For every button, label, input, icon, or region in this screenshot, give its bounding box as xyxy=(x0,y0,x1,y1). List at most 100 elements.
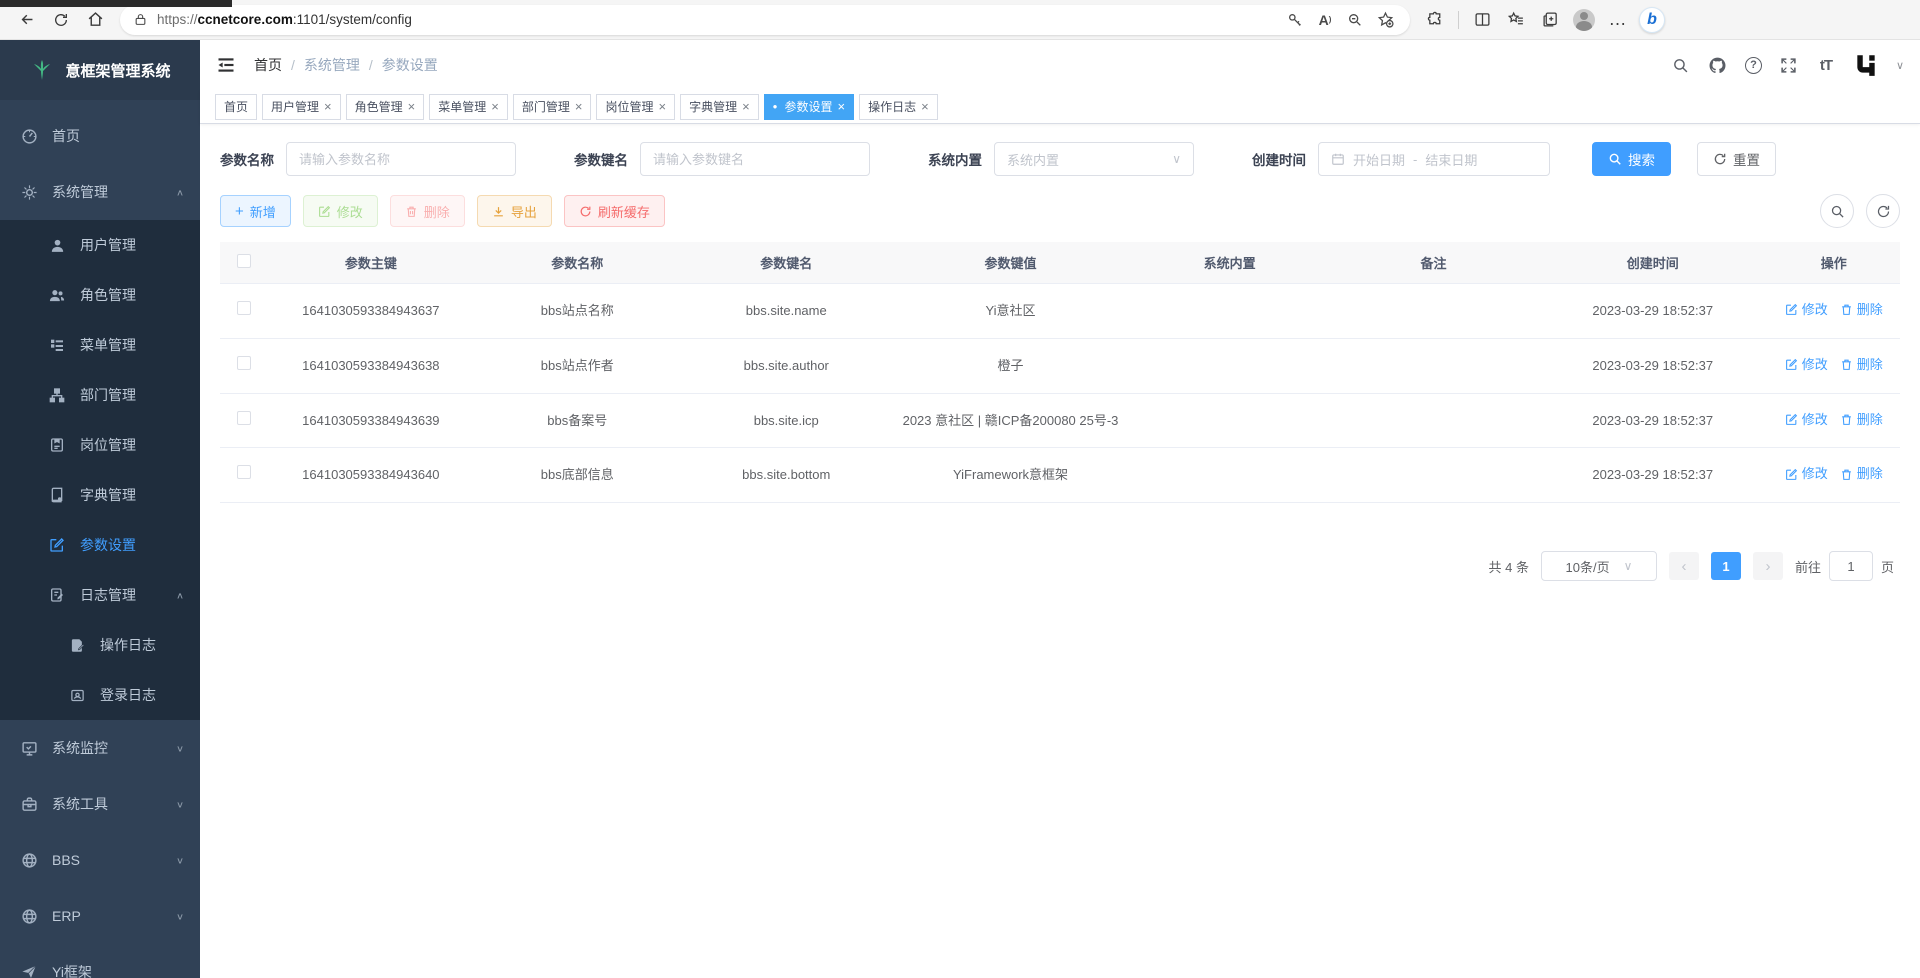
font-size-icon[interactable]: tT xyxy=(1816,55,1836,75)
split-screen-icon[interactable] xyxy=(1465,5,1499,35)
close-icon[interactable]: × xyxy=(742,99,750,114)
breadcrumb-system[interactable]: 系统管理 xyxy=(304,55,360,75)
sidebar-item-erp[interactable]: ERP ∨ xyxy=(0,888,200,944)
favorite-star-icon[interactable] xyxy=(1370,7,1400,33)
delete-button[interactable]: 删除 xyxy=(390,195,465,227)
param-name-input-wrap xyxy=(286,142,516,176)
row-delete-link[interactable]: 删除 xyxy=(1840,300,1883,320)
close-icon[interactable]: × xyxy=(575,99,583,114)
row-edit-link[interactable]: 修改 xyxy=(1785,410,1828,430)
close-icon[interactable]: × xyxy=(491,99,499,114)
export-button[interactable]: 导出 xyxy=(477,195,552,227)
bing-copilot-icon[interactable]: b xyxy=(1635,5,1669,35)
collections-icon[interactable] xyxy=(1533,5,1567,35)
profile-avatar[interactable] xyxy=(1567,5,1601,35)
close-icon[interactable]: × xyxy=(408,99,416,114)
favorites-bar-icon[interactable] xyxy=(1499,5,1533,35)
globe-icon xyxy=(20,851,38,869)
browser-back-button[interactable] xyxy=(10,5,44,35)
help-icon[interactable]: ? xyxy=(1745,57,1762,74)
sidebar-item-users[interactable]: 用户管理 xyxy=(0,220,200,270)
next-page-button[interactable]: › xyxy=(1753,552,1783,580)
row-checkbox[interactable] xyxy=(237,301,251,315)
row-checkbox[interactable] xyxy=(237,411,251,425)
row-delete-link[interactable]: 删除 xyxy=(1840,464,1883,484)
tab-roles[interactable]: 角色管理× xyxy=(346,94,425,120)
sidebar-item-menus[interactable]: 菜单管理 xyxy=(0,320,200,370)
sidebar-item-posts[interactable]: 岗位管理 xyxy=(0,420,200,470)
row-edit-link[interactable]: 修改 xyxy=(1785,300,1828,320)
page-number-1[interactable]: 1 xyxy=(1711,552,1741,580)
select-all-checkbox[interactable] xyxy=(237,254,251,268)
row-checkbox[interactable] xyxy=(237,465,251,479)
sidebar-item-logs[interactable]: 日志管理 ∧ xyxy=(0,570,200,620)
breadcrumb-home[interactable]: 首页 xyxy=(254,55,282,75)
close-icon[interactable]: × xyxy=(838,99,846,114)
close-icon[interactable]: × xyxy=(324,99,332,114)
sidebar-item-bbs[interactable]: BBS ∨ xyxy=(0,832,200,888)
tab-dictionary[interactable]: 字典管理× xyxy=(680,94,759,120)
browser-menu-icon[interactable]: … xyxy=(1601,5,1635,35)
browser-refresh-button[interactable] xyxy=(44,5,78,35)
zoom-out-icon[interactable] xyxy=(1340,7,1370,33)
tab-users[interactable]: 用户管理× xyxy=(262,94,341,120)
address-bar[interactable]: https://ccnetcore.com:1101/system/config… xyxy=(120,5,1410,35)
sidebar-item-tools[interactable]: 系统工具 ∨ xyxy=(0,776,200,832)
close-icon[interactable]: × xyxy=(658,99,666,114)
header-search-icon[interactable] xyxy=(1671,55,1691,75)
edit-icon xyxy=(1785,303,1798,316)
tab-op-log[interactable]: 操作日志× xyxy=(859,94,938,120)
reset-button[interactable]: 重置 xyxy=(1697,142,1776,176)
sidebar-item-op-log[interactable]: 操作日志 xyxy=(0,620,200,670)
app-logo[interactable]: 意框架管理系统 xyxy=(0,40,200,100)
row-edit-link[interactable]: 修改 xyxy=(1785,355,1828,375)
row-delete-link[interactable]: 删除 xyxy=(1840,410,1883,430)
table-body: 1641030593384943637 bbs站点名称 bbs.site.nam… xyxy=(220,284,1900,503)
extensions-icon[interactable] xyxy=(1418,5,1452,35)
builtin-select[interactable]: 系统内置 ∨ xyxy=(994,142,1194,176)
page-size-select[interactable]: 10条/页 ∨ xyxy=(1541,551,1657,581)
sidebar-item-monitor[interactable]: 系统监控 ∨ xyxy=(0,720,200,776)
sidebar-item-roles[interactable]: 角色管理 xyxy=(0,270,200,320)
add-button[interactable]: + 新增 xyxy=(220,195,291,227)
table-search-toggle-button[interactable] xyxy=(1820,194,1854,228)
read-aloud-icon[interactable]: A) xyxy=(1310,7,1340,33)
param-key-input[interactable] xyxy=(653,152,857,167)
sidebar-item-config[interactable]: 参数设置 xyxy=(0,520,200,570)
close-icon[interactable]: × xyxy=(921,99,929,114)
plus-icon: + xyxy=(235,203,244,220)
tab-menus[interactable]: 菜单管理× xyxy=(429,94,508,120)
row-edit-link[interactable]: 修改 xyxy=(1785,464,1828,484)
date-range-picker[interactable]: 开始日期 - 结束日期 xyxy=(1318,142,1550,176)
edit-icon xyxy=(318,205,331,218)
sidebar-item-login-log[interactable]: 登录日志 xyxy=(0,670,200,720)
sidebar-item-yi-framework[interactable]: Yi框架 xyxy=(0,944,200,978)
sidebar-item-departments[interactable]: 部门管理 xyxy=(0,370,200,420)
user-logo-avatar[interactable] xyxy=(1853,52,1879,78)
password-key-icon[interactable] xyxy=(1280,7,1310,33)
param-name-input[interactable] xyxy=(299,152,503,167)
tab-departments[interactable]: 部门管理× xyxy=(513,94,592,120)
fullscreen-icon[interactable] xyxy=(1779,55,1799,75)
chevron-down-icon[interactable]: ∨ xyxy=(1896,59,1904,72)
sidebar-item-dictionary[interactable]: 字典管理 xyxy=(0,470,200,520)
sidebar-item-system[interactable]: 系统管理 ∧ xyxy=(0,164,200,220)
table-refresh-button[interactable] xyxy=(1866,194,1900,228)
goto-page-input[interactable] xyxy=(1829,551,1873,581)
row-delete-link[interactable]: 删除 xyxy=(1840,355,1883,375)
prev-page-button[interactable]: ‹ xyxy=(1669,552,1699,580)
cell-param-id: 1641030593384943637 xyxy=(269,284,473,339)
book-icon xyxy=(48,486,66,504)
tab-config-active[interactable]: ●参数设置× xyxy=(764,94,854,120)
hamburger-icon[interactable] xyxy=(216,54,238,76)
tab-home[interactable]: 首页 xyxy=(215,94,257,120)
browser-home-button[interactable] xyxy=(78,5,112,35)
tab-posts[interactable]: 岗位管理× xyxy=(596,94,675,120)
sidebar-item-home[interactable]: 首页 xyxy=(0,108,200,164)
edit-button[interactable]: 修改 xyxy=(303,195,378,227)
github-icon[interactable] xyxy=(1708,55,1728,75)
refresh-cache-button[interactable]: 刷新缓存 xyxy=(564,195,665,227)
row-checkbox[interactable] xyxy=(237,356,251,370)
search-button[interactable]: 搜索 xyxy=(1592,142,1671,176)
page-content: 参数名称 参数键名 系统内置 系统内置 ∨ xyxy=(200,124,1920,978)
